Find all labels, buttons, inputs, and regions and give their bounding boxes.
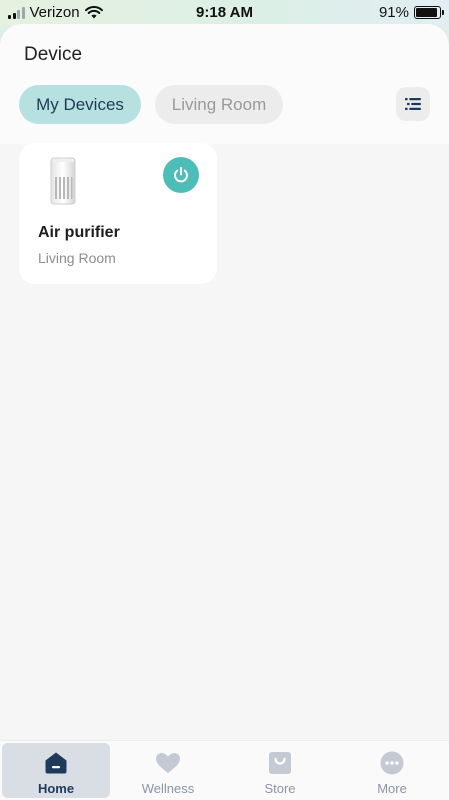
tab-home[interactable]: Home [2, 743, 110, 798]
more-icon [379, 751, 405, 775]
shopping-bag-icon [267, 751, 293, 775]
main-sheet: Device My Devices Living Room Air purifi… [0, 24, 449, 800]
tab-more-label: More [377, 781, 407, 796]
tab-store-label: Store [264, 781, 296, 796]
filter-list-button[interactable] [396, 87, 430, 121]
header-background [0, 24, 449, 144]
status-right: 91% [378, 4, 444, 21]
power-icon [174, 167, 188, 183]
battery-percent: 91% [378, 4, 409, 21]
tab-more[interactable]: More [338, 743, 446, 798]
tab-wellness-label: Wellness [141, 781, 195, 796]
device-room: Living Room [38, 250, 116, 266]
tab-store[interactable]: Store [226, 743, 334, 798]
status-bar: Verizon 9:18 AM 91% [0, 0, 449, 26]
tab-my-devices[interactable]: My Devices [19, 85, 141, 124]
bottom-tab-bar: Home Wellness Store More [0, 740, 449, 800]
tab-wellness[interactable]: Wellness [114, 743, 222, 798]
battery-icon [414, 6, 444, 19]
filter-list-icon [405, 98, 421, 110]
page-title: Device [24, 44, 83, 65]
heart-icon [155, 751, 181, 775]
home-icon [43, 751, 69, 775]
tab-living-room[interactable]: Living Room [155, 85, 283, 124]
device-name: Air purifier [38, 224, 120, 241]
tab-home-label: Home [37, 781, 75, 796]
device-card-air-purifier[interactable]: Air purifier Living Room [19, 143, 217, 284]
air-purifier-icon [50, 157, 76, 205]
power-button[interactable] [163, 157, 199, 193]
